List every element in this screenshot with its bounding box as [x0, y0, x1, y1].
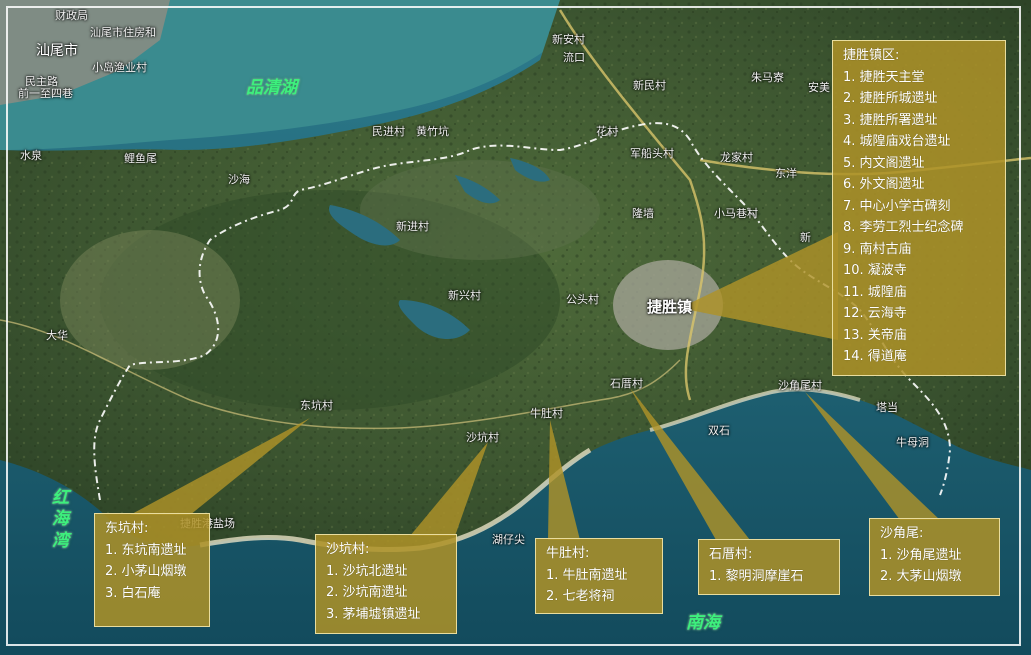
site-item: 3. 白石庵	[105, 585, 161, 601]
place-label: 沙坑村	[466, 431, 499, 444]
callout-title: 捷胜镇区:	[843, 48, 900, 63]
site-item: 13. 关帝庙	[843, 327, 907, 343]
place-label: 沙角尾村	[778, 379, 822, 392]
place-label: 双石	[708, 424, 730, 437]
callout-title: 沙角尾:	[880, 526, 924, 541]
place-label: 新兴村	[448, 289, 481, 302]
site-item: 3. 茅埔墟镇遗址	[326, 606, 421, 622]
site-item: 8. 李劳工烈士纪念碑	[843, 220, 964, 235]
place-label: 东洋	[775, 167, 797, 180]
place-label: 财政局	[55, 9, 88, 22]
city-label: 汕尾市	[36, 43, 78, 59]
site-item: 1. 黎明洞摩崖石	[709, 568, 804, 584]
place-label: 湖仔尖	[492, 533, 525, 546]
lake-label: 品清湖	[246, 78, 297, 98]
place-label: 小岛渔业村	[92, 61, 147, 74]
place-label: 朱马寮	[751, 71, 784, 84]
place-label: 民进村	[372, 125, 405, 138]
place-label: 牛母洞	[896, 436, 929, 449]
site-item: 2. 捷胜所城遗址	[843, 91, 938, 106]
place-label: 大华	[46, 329, 68, 342]
place-label: 军船头村	[630, 147, 674, 160]
site-list: 1. 沙角尾遗址 2. 大茅山烟墩	[880, 545, 989, 588]
place-label: 花村	[596, 125, 618, 138]
site-item: 6. 外文阁遗址	[843, 177, 925, 192]
site-item: 7. 中心小学古碑刻	[843, 198, 951, 214]
farmland	[360, 160, 600, 260]
place-label: 隆墙	[632, 207, 654, 220]
callout-title: 石厝村:	[709, 547, 753, 562]
place-label: 流口	[563, 51, 585, 64]
bay-label: 红海湾	[52, 488, 69, 551]
bare-hill	[60, 230, 240, 370]
site-item: 2. 小茅山烟墩	[105, 564, 187, 579]
place-label: 小马巷村	[714, 207, 758, 220]
place-label: 前一至四巷	[18, 87, 73, 100]
site-item: 2. 沙坑南遗址	[326, 585, 408, 600]
site-item: 9. 南村古庙	[843, 241, 912, 257]
site-list: 1. 沙坑北遗址 2. 沙坑南遗址 3. 茅埔墟镇遗址	[326, 561, 446, 626]
place-label: 新民村	[633, 79, 666, 92]
place-label: 石厝村	[610, 377, 643, 390]
site-item: 2. 大茅山烟墩	[880, 569, 962, 584]
place-label: 安美	[808, 81, 830, 94]
callout-shicuo: 石厝村: 1. 黎明洞摩崖石	[698, 539, 840, 595]
site-item: 1. 沙坑北遗址	[326, 563, 408, 579]
place-label: 东坑村	[300, 399, 333, 412]
callout-shakeng: 沙坑村: 1. 沙坑北遗址 2. 沙坑南遗址 3. 茅埔墟镇遗址	[315, 534, 457, 634]
place-label: 鲤鱼尾	[124, 152, 157, 165]
place-label: 龙家村	[720, 151, 753, 164]
place-label: 黄竹坑	[416, 125, 449, 138]
site-item: 1. 东坑南遗址	[105, 542, 187, 558]
town-label: 捷胜镇	[647, 298, 693, 316]
callout-dongkeng: 东坑村: 1. 东坑南遗址 2. 小茅山烟墩 3. 白石庵	[94, 513, 210, 627]
site-item: 4. 城隍庙戏台遗址	[843, 134, 951, 149]
site-item: 11. 城隍庙	[843, 284, 907, 300]
place-label: 新安村	[552, 33, 585, 46]
site-item: 10. 凝波寺	[843, 263, 907, 278]
place-label: 新进村	[396, 220, 429, 233]
callout-shajiaowei: 沙角尾: 1. 沙角尾遗址 2. 大茅山烟墩	[869, 518, 1000, 596]
site-list: 1. 牛肚南遗址 2. 七老将祠	[546, 565, 652, 608]
site-list: 1. 黎明洞摩崖石	[709, 566, 829, 588]
place-label: 牛肚村	[530, 407, 563, 420]
place-label: 塔当	[876, 401, 898, 414]
place-label: 汕尾市住房和	[90, 26, 156, 39]
callout-niudu: 牛肚村: 1. 牛肚南遗址 2. 七老将祠	[535, 538, 663, 614]
place-label: 水泉	[20, 149, 42, 162]
site-item: 1. 牛肚南遗址	[546, 567, 628, 583]
site-list: 1. 捷胜天主堂 2. 捷胜所城遗址 3. 捷胜所署遗址 4. 城隍庙戏台遗址 …	[843, 67, 995, 368]
site-item: 5. 内文阁遗址	[843, 155, 925, 171]
callout-title: 东坑村:	[105, 521, 149, 536]
site-item: 12. 云海寺	[843, 306, 907, 321]
site-item: 1. 沙角尾遗址	[880, 547, 962, 563]
place-label: 公头村	[566, 293, 599, 306]
sea-label: 南海	[686, 613, 720, 633]
site-item: 1. 捷胜天主堂	[843, 69, 925, 85]
satellite-map[interactable]: 汕尾市 品清湖 南海 红海湾 捷胜镇 财政局 汕尾市住房和 小岛渔业村 民主路 …	[0, 0, 1031, 655]
callout-jiesheng: 捷胜镇区: 1. 捷胜天主堂 2. 捷胜所城遗址 3. 捷胜所署遗址 4. 城隍…	[832, 40, 1006, 376]
callout-title: 沙坑村:	[326, 542, 370, 557]
site-list: 1. 东坑南遗址 2. 小茅山烟墩 3. 白石庵	[105, 540, 199, 605]
site-item: 2. 七老将祠	[546, 589, 615, 604]
site-item: 14. 得道庵	[843, 349, 907, 364]
place-label: 民主路	[25, 75, 58, 88]
site-item: 3. 捷胜所署遗址	[843, 112, 938, 128]
place-label: 沙海	[228, 173, 250, 186]
callout-title: 牛肚村:	[546, 546, 590, 561]
place-label: 新	[800, 231, 811, 244]
